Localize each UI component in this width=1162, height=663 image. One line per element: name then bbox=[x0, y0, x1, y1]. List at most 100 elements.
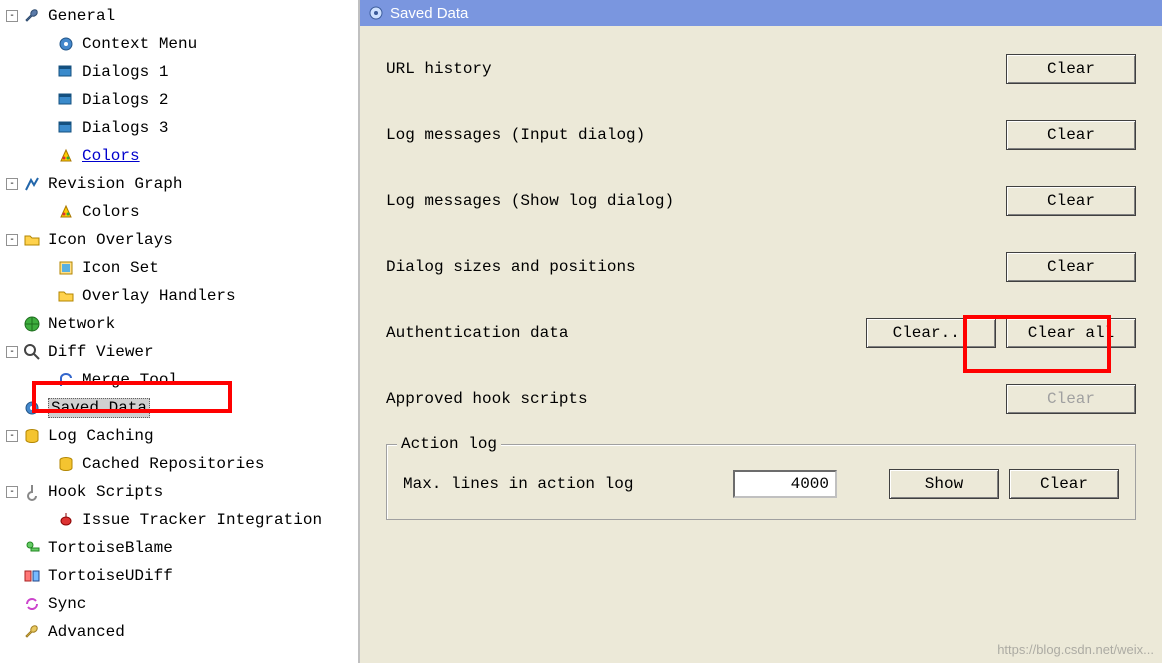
row-hook-scripts: Approved hook scripts Clear bbox=[386, 378, 1136, 420]
folder-icon bbox=[22, 230, 42, 250]
tree-label: Overlay Handlers bbox=[82, 287, 236, 305]
tree-item-network[interactable]: Network bbox=[0, 310, 358, 338]
tree-item-sync[interactable]: Sync bbox=[0, 590, 358, 618]
tree-label: TortoiseBlame bbox=[48, 539, 173, 557]
bug-icon bbox=[56, 510, 76, 530]
tree-item-general[interactable]: - General bbox=[0, 2, 358, 30]
gear-icon bbox=[22, 398, 42, 418]
clear-button[interactable]: Clear bbox=[1006, 186, 1136, 216]
iconset-icon bbox=[56, 258, 76, 278]
palette-icon bbox=[56, 202, 76, 222]
tree-item-diff-viewer[interactable]: - Diff Viewer bbox=[0, 338, 358, 366]
collapse-icon[interactable]: - bbox=[6, 486, 18, 498]
row-log-input: Log messages (Input dialog) Clear bbox=[386, 114, 1136, 156]
database-icon bbox=[22, 426, 42, 446]
clear-button[interactable]: Clear bbox=[1006, 54, 1136, 84]
tree-item-saved-data[interactable]: Saved Data bbox=[0, 394, 358, 422]
tree-item-dialogs-1[interactable]: Dialogs 1 bbox=[0, 58, 358, 86]
diff-icon bbox=[22, 566, 42, 586]
tree-item-cached-repos[interactable]: Cached Repositories bbox=[0, 450, 358, 478]
row-url-history: URL history Clear bbox=[386, 48, 1136, 90]
tree-item-tortoiseblame[interactable]: TortoiseBlame bbox=[0, 534, 358, 562]
watermark: https://blog.csdn.net/weix... bbox=[997, 642, 1154, 657]
tree-item-hook-scripts[interactable]: - Hook Scripts bbox=[0, 478, 358, 506]
tree-label: Sync bbox=[48, 595, 86, 613]
tree-label: Saved Data bbox=[48, 398, 150, 418]
tree-label: Log Caching bbox=[48, 427, 154, 445]
panel-title: Saved Data bbox=[390, 5, 468, 22]
clear-button[interactable]: Clear bbox=[1006, 120, 1136, 150]
tree-label: Dialogs 2 bbox=[82, 91, 168, 109]
groupbox-action-log: Action log Max. lines in action log Show… bbox=[386, 444, 1136, 520]
tree-label: Cached Repositories bbox=[82, 455, 264, 473]
label: Log messages (Input dialog) bbox=[386, 126, 996, 144]
wrench-icon bbox=[22, 622, 42, 642]
tree-label: General bbox=[48, 7, 115, 25]
collapse-icon[interactable]: - bbox=[6, 178, 18, 190]
wrench-icon bbox=[22, 6, 42, 26]
tree-item-log-caching[interactable]: - Log Caching bbox=[0, 422, 358, 450]
tree-label: Context Menu bbox=[82, 35, 197, 53]
clear-button[interactable]: Clear bbox=[1006, 384, 1136, 414]
tree-label: Advanced bbox=[48, 623, 125, 641]
tree-item-overlay-handlers[interactable]: Overlay Handlers bbox=[0, 282, 358, 310]
hook-icon bbox=[22, 482, 42, 502]
tree-label: Hook Scripts bbox=[48, 483, 163, 501]
tree-label: Network bbox=[48, 315, 115, 333]
leaf-icon bbox=[6, 402, 18, 414]
tree-label: Issue Tracker Integration bbox=[82, 511, 322, 529]
tree-label: Icon Set bbox=[82, 259, 159, 277]
globe-icon bbox=[22, 314, 42, 334]
panel-header: Saved Data bbox=[360, 0, 1162, 26]
settings-tree[interactable]: - General Context Menu Dialogs 1 Dialogs… bbox=[0, 0, 358, 663]
row-log-show: Log messages (Show log dialog) Clear bbox=[386, 180, 1136, 222]
settings-page-saved-data: Saved Data URL history Clear Log message… bbox=[358, 0, 1162, 663]
collapse-icon[interactable]: - bbox=[6, 234, 18, 246]
tree-label: Merge Tool bbox=[82, 371, 178, 389]
show-button[interactable]: Show bbox=[889, 469, 999, 499]
tree-item-issue-tracker[interactable]: Issue Tracker Integration bbox=[0, 506, 358, 534]
merge-icon bbox=[56, 370, 76, 390]
graph-icon bbox=[22, 174, 42, 194]
sync-icon bbox=[22, 594, 42, 614]
tree-item-tortoiseudiff[interactable]: TortoiseUDiff bbox=[0, 562, 358, 590]
row-auth-data: Authentication data Clear... Clear all bbox=[386, 312, 1136, 354]
collapse-icon[interactable]: - bbox=[6, 10, 18, 22]
tree-item-advanced[interactable]: Advanced bbox=[0, 618, 358, 646]
tree-item-merge-tool[interactable]: Merge Tool bbox=[0, 366, 358, 394]
tree-item-context-menu[interactable]: Context Menu bbox=[0, 30, 358, 58]
collapse-icon[interactable]: - bbox=[6, 430, 18, 442]
max-lines-input[interactable] bbox=[733, 470, 837, 498]
tree-item-revision-graph[interactable]: - Revision Graph bbox=[0, 170, 358, 198]
tree-label: TortoiseUDiff bbox=[48, 567, 173, 585]
tree-item-dialogs-2[interactable]: Dialogs 2 bbox=[0, 86, 358, 114]
database-icon bbox=[56, 454, 76, 474]
magnifier-icon bbox=[22, 342, 42, 362]
tree-item-icon-set[interactable]: Icon Set bbox=[0, 254, 358, 282]
blame-icon bbox=[22, 538, 42, 558]
tree-item-dialogs-3[interactable]: Dialogs 3 bbox=[0, 114, 358, 142]
tree-item-colors[interactable]: Colors bbox=[0, 142, 358, 170]
tree-label: Revision Graph bbox=[48, 175, 182, 193]
folder-icon bbox=[56, 286, 76, 306]
label: Log messages (Show log dialog) bbox=[386, 192, 996, 210]
clear-button[interactable]: Clear... bbox=[866, 318, 996, 348]
label: Max. lines in action log bbox=[403, 475, 733, 493]
tree-label: Dialogs 3 bbox=[82, 119, 168, 137]
tree-label: Icon Overlays bbox=[48, 231, 173, 249]
gear-icon bbox=[56, 34, 76, 54]
clear-button[interactable]: Clear bbox=[1009, 469, 1119, 499]
tree-label: Dialogs 1 bbox=[82, 63, 168, 81]
tree-label: Colors bbox=[82, 147, 140, 165]
tree-label: Colors bbox=[82, 203, 140, 221]
clear-all-button[interactable]: Clear all bbox=[1006, 318, 1136, 348]
label: Authentication data bbox=[386, 324, 856, 342]
window-icon bbox=[56, 62, 76, 82]
groupbox-title: Action log bbox=[397, 435, 501, 453]
collapse-icon[interactable]: - bbox=[6, 346, 18, 358]
window-icon bbox=[56, 118, 76, 138]
clear-button[interactable]: Clear bbox=[1006, 252, 1136, 282]
tree-item-icon-overlays[interactable]: - Icon Overlays bbox=[0, 226, 358, 254]
tree-item-rg-colors[interactable]: Colors bbox=[0, 198, 358, 226]
label: Dialog sizes and positions bbox=[386, 258, 996, 276]
